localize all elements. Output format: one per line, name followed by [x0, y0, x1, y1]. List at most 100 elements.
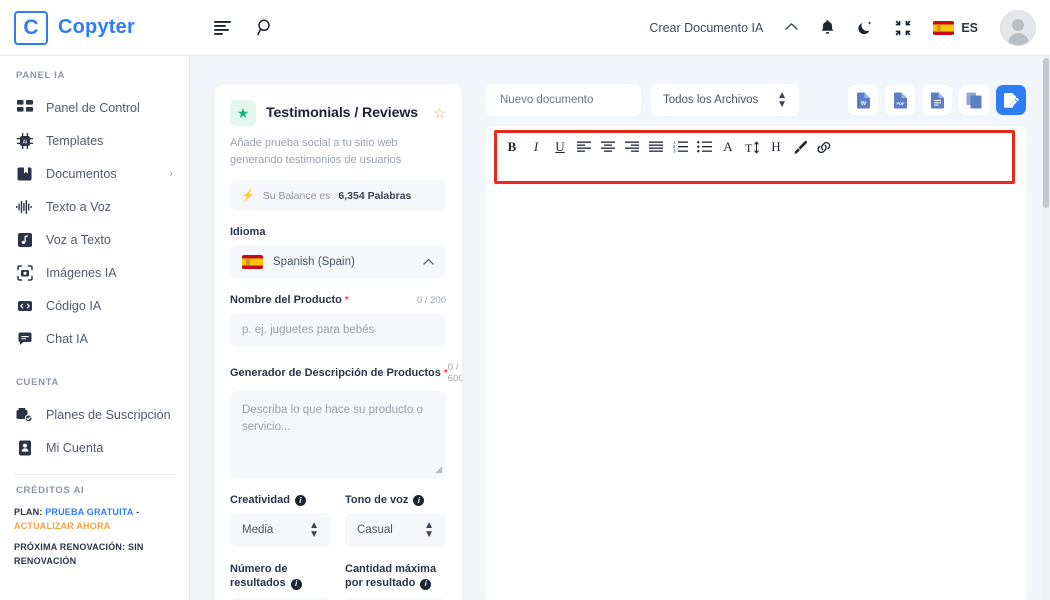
max-amount-label: Cantidad máxima por resultado i: [345, 562, 446, 591]
scrollbar-thumb[interactable]: [1043, 58, 1049, 208]
language-field-label: Idioma: [230, 226, 446, 238]
results-label-text: Número de resultados: [230, 563, 288, 590]
align-right-icon[interactable]: [620, 135, 644, 159]
sidebar-item-documentos[interactable]: Documentos ›: [0, 157, 189, 190]
sidebar-item-templates[interactable]: AI Templates: [0, 124, 189, 157]
file-filter-select[interactable]: Todos los Archivos ▲ ▼: [651, 84, 799, 116]
align-center-icon[interactable]: [596, 135, 620, 159]
creativity-tone-row: Creatividad i Media ▲ ▼ Tono de voz i Ca…: [230, 479, 446, 548]
sidebar-item-voz-a-texto[interactable]: Voz a Texto: [0, 223, 189, 256]
create-document-button[interactable]: Crear Documento IA: [649, 21, 763, 35]
italic-icon[interactable]: I: [524, 135, 548, 159]
balance-banner: ⚡ Su Balance es 6,354 Palabras: [230, 180, 446, 212]
language-select[interactable]: Spanish (Spain): [230, 245, 446, 280]
stepper-icon: ▲ ▼: [424, 520, 434, 541]
chip-ai-icon: AI: [16, 132, 33, 149]
required-marker: *: [344, 294, 349, 306]
upgrade-link[interactable]: ACTUALIZAR AHORA: [14, 521, 110, 531]
text-size-icon[interactable]: T: [740, 135, 764, 159]
word-doc-icon[interactable]: W: [848, 85, 878, 115]
editor-toolbar-top: Nuevo documento Todos los Archivos ▲ ▼ W …: [486, 84, 1026, 116]
sidebar-item-planes-de-suscripcion[interactable]: Planes de Suscripción: [0, 398, 189, 431]
sidebar-item-mi-cuenta[interactable]: Mi Cuenta: [0, 431, 189, 464]
sidebar-item-codigo-ia[interactable]: Código IA: [0, 289, 189, 322]
sidebar-item-label: Voz a Texto: [46, 232, 111, 247]
info-icon[interactable]: i: [420, 579, 432, 591]
underline-icon[interactable]: U: [548, 135, 572, 159]
top-bar: C Copyter Crear Documento IA ES: [0, 0, 1050, 56]
font-color-icon[interactable]: A: [716, 135, 740, 159]
sidebar-section-panel: PANEL IA: [16, 70, 66, 81]
sidebar-item-panel-de-control[interactable]: Panel de Control: [0, 91, 189, 124]
sidebar-item-label: Chat IA: [46, 331, 88, 346]
tone-label-text: Tono de voz: [345, 494, 409, 507]
bell-icon[interactable]: [820, 19, 835, 36]
bolt-icon: ⚡: [241, 190, 255, 203]
align-justify-icon[interactable]: [644, 135, 668, 159]
language-selector[interactable]: ES: [933, 20, 978, 35]
menu-lines-icon[interactable]: [214, 20, 231, 35]
avatar[interactable]: [1000, 9, 1036, 46]
heading-icon[interactable]: H: [764, 135, 788, 159]
sidebar-item-chat-ia[interactable]: Chat IA: [0, 322, 189, 355]
brush-icon[interactable]: [788, 135, 812, 159]
waveform-icon: [16, 198, 33, 215]
bold-icon[interactable]: B: [500, 135, 524, 159]
sidebar-item-label: Texto a Voz: [46, 199, 112, 214]
save-doc-icon[interactable]: [996, 85, 1026, 115]
tone-select[interactable]: Casual ▲ ▼: [345, 513, 446, 548]
sidebar-section-account: CUENTA: [16, 377, 60, 388]
text-doc-icon[interactable]: [922, 85, 952, 115]
generator-label-text: Generador de Descripción de Productos: [230, 367, 441, 380]
info-icon[interactable]: i: [294, 494, 306, 506]
product-description-textarea[interactable]: Describa lo que hace su producto o servi…: [230, 391, 446, 480]
brand-logo[interactable]: C Copyter: [0, 10, 190, 45]
info-icon[interactable]: i: [413, 494, 425, 506]
link-icon[interactable]: [812, 135, 836, 159]
creativity-select[interactable]: Media ▲ ▼: [230, 513, 331, 548]
product-name-input[interactable]: p. ej. juguetes para bebés: [230, 313, 446, 348]
formatting-toolbar: B I U 1 2 3 A T H: [486, 126, 1026, 168]
pdf-doc-icon[interactable]: PDF: [885, 85, 915, 115]
dashboard-icon: [16, 99, 33, 116]
sidebar-section-credits: CRÉDITOS AI: [16, 485, 85, 496]
chevron-up-icon[interactable]: [785, 22, 799, 34]
results-amount-row: Número de resultadosi 1 Cantidad máxima …: [230, 547, 446, 600]
ordered-list-icon[interactable]: 123: [668, 135, 692, 159]
chevron-up-icon: [423, 257, 434, 268]
tone-value: Casual: [357, 524, 393, 537]
generator-field-label: Generador de Descripción de Productos * …: [230, 362, 462, 384]
sidebar-item-label: Planes de Suscripción: [46, 407, 171, 422]
stepper-icon: ▲ ▼: [777, 90, 787, 110]
sidebar-item-imagenes-ia[interactable]: Imágenes IA: [0, 256, 189, 289]
top-icon-group: [214, 19, 274, 36]
document-name-input[interactable]: Nuevo documento: [486, 84, 641, 116]
sidebar-item-texto-a-voz[interactable]: Texto a Voz: [0, 190, 189, 223]
resize-handle-icon[interactable]: ◢: [435, 463, 442, 477]
copy-icon[interactable]: [959, 85, 989, 115]
camera-icon: [16, 264, 33, 281]
form-description: Añade prueba social a tu sitio web gener…: [230, 137, 402, 167]
product-field-label: Nombre del Producto * 0 / 200: [230, 294, 446, 306]
tone-field: Tono de voz i Casual ▲ ▼: [345, 479, 446, 548]
unordered-list-icon[interactable]: [692, 135, 716, 159]
align-left-icon[interactable]: [572, 135, 596, 159]
sidebar-item-label: Imágenes IA: [46, 265, 117, 280]
export-button-group: W PDF: [848, 85, 1026, 115]
language-label-text: Idioma: [230, 226, 266, 239]
creativity-field: Creatividad i Media ▲ ▼: [230, 479, 331, 548]
info-icon[interactable]: i: [290, 579, 302, 591]
compress-icon[interactable]: [895, 20, 911, 36]
generator-placeholder: Describa lo que hace su producto o servi…: [242, 404, 423, 434]
body-wrapper: PANEL IA Panel de Control AI Templates D…: [0, 56, 1050, 600]
chevron-right-icon: ›: [169, 167, 173, 180]
documents-icon: [16, 165, 33, 182]
search-icon[interactable]: [257, 19, 274, 36]
moon-icon[interactable]: [857, 20, 873, 36]
document-editor-area[interactable]: B I U 1 2 3 A T H: [486, 126, 1026, 600]
star-outline-icon[interactable]: ☆: [433, 105, 446, 122]
brand-name: Copyter: [58, 16, 135, 38]
audio-file-icon: [16, 231, 33, 248]
tone-label: Tono de voz i: [345, 494, 446, 506]
results-field: Número de resultadosi 1: [230, 547, 331, 600]
